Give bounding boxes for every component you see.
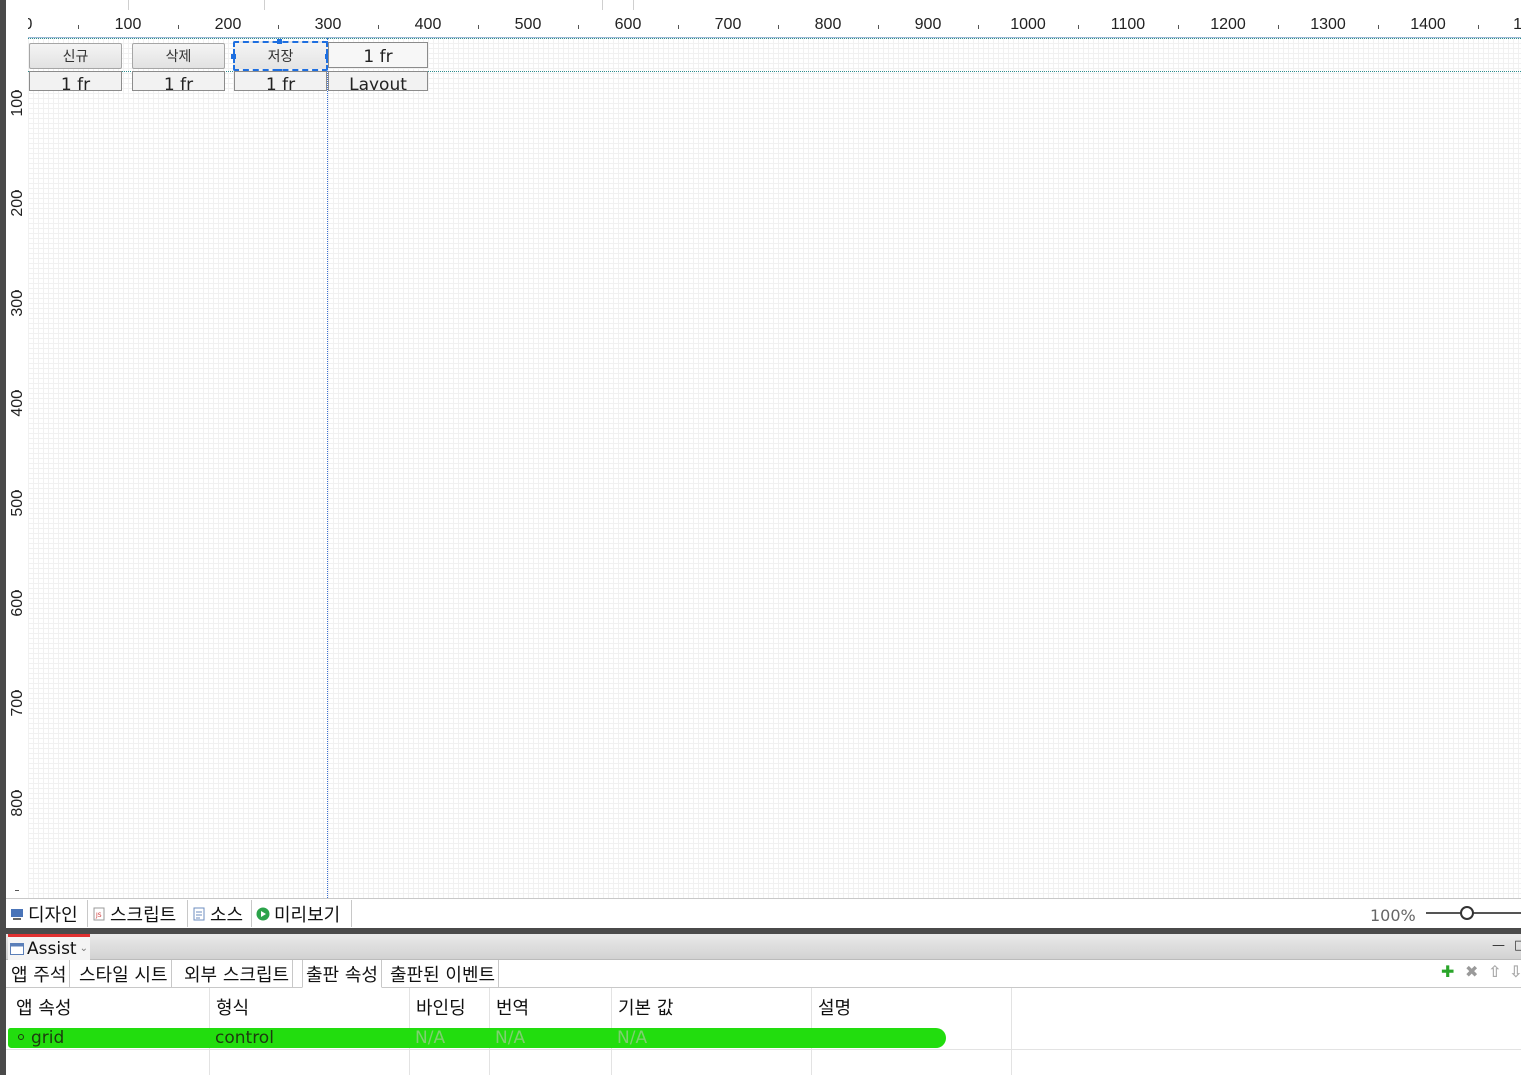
maximize-icon[interactable]: □	[1514, 938, 1521, 953]
editor-tab-bar: 디자인 JS 스크립트 소스 미리보기	[6, 898, 1521, 928]
assist-panel-header: Assist ⌄ — □	[6, 934, 1521, 960]
play-icon	[256, 907, 270, 920]
published-properties-table: 앱 속성 형식 바인딩 번역 기본 값 설명 grid control N/A …	[6, 988, 1521, 1075]
ruler-label: 300	[314, 16, 342, 33]
ruler-label: 1200	[1210, 16, 1246, 33]
column-header[interactable]: 형식	[216, 994, 249, 1020]
tab-preview[interactable]: 미리보기	[252, 900, 352, 927]
column-size-label[interactable]: 1 fr	[234, 71, 327, 91]
grid-guide-vertical	[327, 38, 328, 898]
assist-tab-bar: 앱 주석 스타일 시트 외부 스크립트 출판 속성 출판된 이벤트	[6, 960, 1521, 988]
column-header[interactable]: 설명	[818, 994, 851, 1020]
save-button[interactable]: 저장	[233, 41, 328, 71]
minimize-icon[interactable]: —	[1492, 938, 1505, 953]
chevron-down-icon[interactable]: ⌄	[80, 943, 88, 954]
tab-app-annotation[interactable]: 앱 주석	[8, 960, 71, 988]
svg-text:JS: JS	[95, 912, 102, 919]
tab-label: 스크립트	[110, 904, 177, 926]
column-size-label[interactable]: 1 fr	[132, 71, 225, 91]
column-header[interactable]: 바인딩	[416, 994, 466, 1020]
column-header[interactable]: 기본 값	[618, 994, 673, 1020]
ruler-label: 0	[28, 16, 32, 34]
ruler-label: 1300	[1310, 16, 1346, 33]
delete-button[interactable]: 삭제	[132, 43, 225, 69]
vertical-ruler: 0 100 200 300 400 500 600 700 800	[6, 38, 28, 898]
tab-published-events[interactable]: 출판된 이벤트	[387, 960, 500, 988]
design-icon	[11, 908, 23, 920]
tab-label: 소스	[210, 904, 244, 926]
tab-published-properties[interactable]: 출판 속성	[302, 960, 382, 988]
assist-window-icon	[10, 942, 24, 955]
top-toolbar-stub	[6, 0, 1521, 10]
grid-guide-horizontal	[28, 38, 1521, 39]
ruler-label: 600	[9, 589, 26, 617]
zoom-level-label: 100%	[1370, 906, 1416, 925]
ruler-label: 300	[9, 289, 26, 317]
tab-label: 디자인	[28, 904, 78, 926]
tab-design[interactable]: 디자인	[6, 900, 88, 927]
ruler-label: 100	[114, 16, 142, 33]
move-up-icon[interactable]: ⇧	[1488, 962, 1501, 981]
horizontal-ruler: 0 100 200 300 400 500 600 700 800 900 10…	[28, 10, 1521, 38]
ruler-label: 1000	[1010, 16, 1046, 33]
ruler-label: 200	[214, 16, 242, 33]
ruler-label: 400	[414, 16, 442, 33]
zoom-slider-knob[interactable]	[1460, 906, 1474, 920]
ruler-label: 400	[9, 389, 26, 417]
script-file-icon: JS	[93, 907, 105, 920]
column-size-label[interactable]: 1 fr	[328, 42, 428, 68]
ruler-label: 700	[9, 689, 26, 717]
move-down-icon[interactable]: ⇩	[1509, 962, 1521, 981]
ruler-label: 1400	[1410, 16, 1446, 33]
ruler-label: 500	[9, 489, 26, 517]
ruler-label: 15	[1513, 16, 1521, 34]
property-name[interactable]: grid	[31, 1028, 64, 1048]
add-icon[interactable]: ✚	[1441, 962, 1454, 981]
tab-label: 미리보기	[274, 904, 341, 926]
new-button[interactable]: 신규	[29, 43, 122, 69]
ruler-label: 800	[814, 16, 842, 33]
assist-panel-tab[interactable]: Assist ⌄	[8, 934, 90, 960]
layout-button[interactable]: Layout	[328, 71, 428, 91]
ruler-label: 600	[614, 16, 642, 33]
delete-icon[interactable]: ✖	[1465, 962, 1478, 981]
tab-external-script[interactable]: 외부 스크립트	[181, 960, 294, 988]
property-binding[interactable]: N/A	[415, 1028, 445, 1048]
ruler-label: 500	[514, 16, 542, 33]
tab-script[interactable]: JS 스크립트	[88, 900, 188, 927]
property-translation[interactable]: N/A	[495, 1028, 525, 1048]
design-canvas[interactable]: 신규 삭제 저장 1 fr 1 fr 1 fr 1 fr Layout	[28, 38, 1521, 898]
property-type[interactable]: control	[215, 1028, 274, 1048]
column-size-label[interactable]: 1 fr	[29, 71, 122, 91]
tab-style-sheet[interactable]: 스타일 시트	[76, 960, 172, 988]
property-default-value[interactable]: N/A	[617, 1028, 647, 1048]
ruler-label: 200	[9, 189, 26, 217]
ruler-label: 800	[9, 789, 26, 817]
ruler-label: 900	[914, 16, 942, 33]
source-file-icon	[193, 907, 205, 920]
ruler-corner	[6, 10, 28, 38]
ruler-label: 700	[714, 16, 742, 33]
tab-source[interactable]: 소스	[188, 900, 252, 927]
ruler-label: 100	[9, 89, 26, 117]
assist-title: Assist	[27, 938, 77, 959]
selection-handle[interactable]	[277, 39, 282, 44]
column-header[interactable]: 번역	[496, 994, 529, 1020]
ruler-label: 1100	[1110, 16, 1146, 33]
column-header[interactable]: 앱 속성	[16, 994, 71, 1020]
bullet-icon	[18, 1034, 24, 1040]
selection-handle[interactable]	[231, 54, 236, 59]
